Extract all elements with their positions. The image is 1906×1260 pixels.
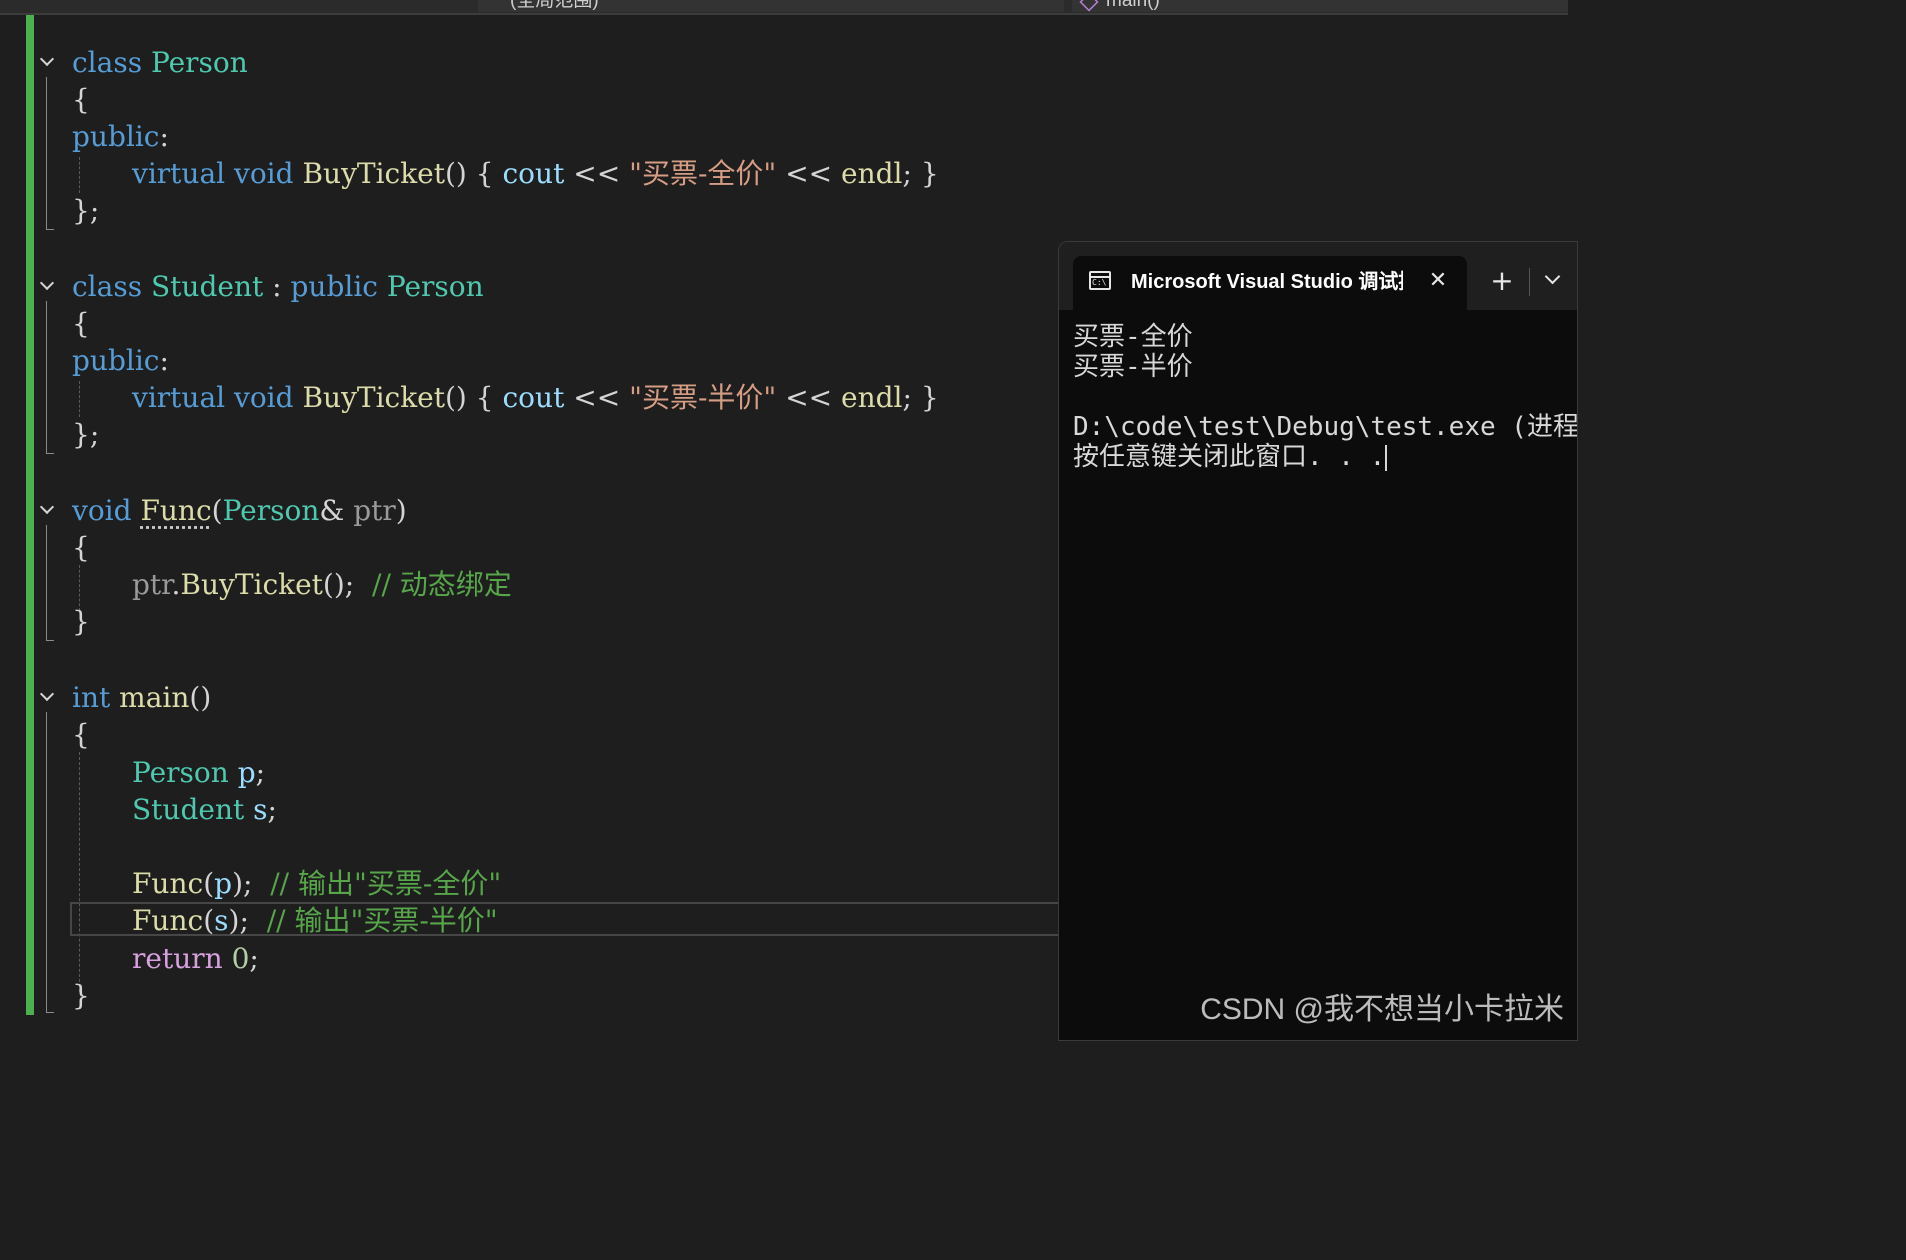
text-cursor	[1385, 444, 1388, 471]
fold-chevron-icon[interactable]	[38, 277, 56, 295]
console-line: D:\code\test\Debug\test.exe (进程	[1073, 412, 1578, 442]
terminal-tab-title: Microsoft Visual Studio 调试控制台	[1131, 271, 1403, 293]
code-line: Student s;	[132, 793, 277, 826]
watermark: CSDN @我不想当小卡拉米	[1200, 993, 1564, 1026]
navigation-bar: (全局范围) main()	[0, 0, 1568, 15]
debug-console-window[interactable]: C:\ Microsoft Visual Studio 调试控制台 ✕ + 买票…	[1058, 241, 1578, 1041]
fold-range-line	[46, 712, 54, 1013]
code-line: int main()	[72, 681, 212, 714]
code-line: };	[72, 418, 100, 451]
code-line: public:	[72, 344, 169, 377]
console-line: 按任意键关闭此窗口. . .	[1073, 442, 1388, 472]
code-line: ptr.BuyTicket(); // 动态绑定	[132, 568, 512, 601]
code-line: virtual void BuyTicket() { cout << "买票-半…	[132, 381, 939, 414]
code-line: }	[72, 979, 90, 1012]
tab-divider	[1529, 268, 1530, 296]
code-line: };	[72, 194, 100, 227]
code-line: return 0;	[132, 942, 259, 975]
scope-dropdown[interactable]: (全局范围)	[478, 0, 1064, 12]
console-line: 买票-全价	[1073, 322, 1193, 352]
code-editor[interactable]: class Person { public: virtual void BuyT…	[0, 15, 1060, 1037]
code-line: {	[72, 83, 90, 116]
new-tab-button[interactable]: +	[1487, 266, 1517, 296]
console-line: 买票-半价	[1073, 352, 1193, 382]
fold-range-line	[46, 301, 54, 454]
close-icon[interactable]: ✕	[1425, 268, 1451, 294]
fold-chevron-icon[interactable]	[38, 53, 56, 71]
code-line: }	[72, 605, 90, 638]
terminal-tab[interactable]: C:\ Microsoft Visual Studio 调试控制台 ✕	[1073, 256, 1467, 310]
code-line: class Person	[72, 46, 248, 79]
code-line-current: Func(s); // 输出"买票-半价"	[132, 904, 498, 937]
chevron-down-icon[interactable]	[1541, 268, 1565, 292]
fold-chevron-icon[interactable]	[38, 688, 56, 706]
fold-range-line	[46, 77, 54, 230]
code-line: {	[72, 307, 90, 340]
code-line: public:	[72, 120, 169, 153]
code-line: {	[72, 531, 90, 564]
console-icon: C:\	[1089, 271, 1111, 290]
code-line: class Student : public Person	[72, 270, 484, 303]
terminal-tab-strip: C:\ Microsoft Visual Studio 调试控制台 ✕ +	[1059, 242, 1577, 310]
code-line: {	[72, 718, 90, 751]
fold-range-line	[46, 525, 54, 641]
fold-chevron-icon[interactable]	[38, 501, 56, 519]
code-line: Func(p); // 输出"买票-全价"	[132, 867, 502, 900]
change-indicator-bar	[26, 15, 34, 1015]
function-dropdown[interactable]: main()	[1072, 0, 1568, 12]
code-line: virtual void BuyTicket() { cout << "买票-全…	[132, 157, 939, 190]
method-icon	[1079, 0, 1099, 12]
code-line: Person p;	[132, 756, 266, 789]
code-line: void Func()(Person& ptr)	[72, 494, 407, 527]
console-output[interactable]: 买票-全价 买票-半价 D:\code\test\Debug\test.exe …	[1073, 322, 1578, 472]
function-dropdown-label: main()	[1106, 0, 1160, 11]
